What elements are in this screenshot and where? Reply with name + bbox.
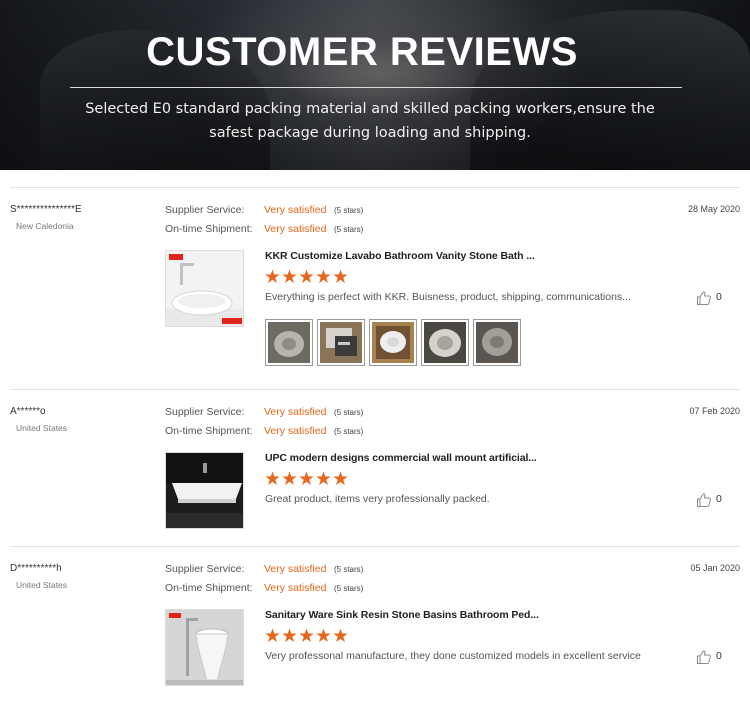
supplier-service-label: Supplier Service: [165, 563, 245, 575]
supplier-service-label: Supplier Service: [165, 204, 245, 216]
supplier-service-value: Very satisfied [264, 406, 327, 418]
like-button[interactable]: 0 [696, 290, 736, 306]
review-photo[interactable] [317, 319, 365, 366]
review-comment: Very professonal manufacture, they done … [265, 650, 641, 662]
supplier-service-stars: (5 stars) [334, 206, 364, 215]
photo-basin-in-box [268, 322, 310, 363]
star-icon [333, 628, 348, 643]
product-title-link[interactable]: UPC modern designs commercial wall mount… [265, 452, 537, 464]
star-icon [265, 471, 280, 486]
star-icon [316, 269, 331, 284]
star-icon [265, 628, 280, 643]
banner-subtitle: Selected E0 standard packing material an… [85, 101, 655, 141]
review-date: 07 Feb 2020 [689, 406, 740, 416]
thumbs-up-icon [697, 291, 711, 305]
review-photo[interactable] [369, 319, 417, 366]
star-icon [316, 471, 331, 486]
reviews-banner: CUSTOMER REVIEWS Selected E0 standard pa… [0, 0, 750, 170]
photo-basin-dark [476, 322, 518, 363]
photo-basin-crate [372, 322, 414, 363]
product-image-wall-trough [166, 453, 243, 528]
star-icon [299, 471, 314, 486]
review-photo[interactable] [265, 319, 313, 366]
ontime-shipment-value: Very satisfied [264, 223, 327, 235]
star-icon [299, 628, 314, 643]
star-icon [333, 269, 348, 284]
review-date: 28 May 2020 [687, 204, 740, 214]
supplier-service-stars: (5 stars) [334, 408, 364, 417]
banner-divider [70, 87, 682, 88]
product-thumbnail[interactable] [165, 250, 244, 327]
review-photo[interactable] [421, 319, 469, 366]
product-thumbnail[interactable] [165, 452, 244, 529]
star-icon [333, 471, 348, 486]
like-button[interactable]: 0 [696, 649, 736, 665]
reviewer-name: D**********h [10, 563, 62, 574]
reviewer-country: New Caledonia [16, 221, 74, 231]
supplier-service-label: Supplier Service: [165, 406, 245, 418]
ontime-shipment-stars: (5 stars) [334, 584, 364, 593]
like-count: 0 [716, 650, 722, 662]
product-thumbnail[interactable] [165, 609, 244, 686]
ontime-shipment-value: Very satisfied [264, 425, 327, 437]
ontime-shipment-label: On-time Shipment: [165, 425, 253, 437]
star-icon [282, 628, 297, 643]
reviewer-country: United States [16, 423, 68, 433]
ontime-shipment-stars: (5 stars) [334, 225, 364, 234]
star-icon [282, 471, 297, 486]
star-icon [265, 269, 280, 284]
supplier-service-stars: (5 stars) [334, 565, 364, 574]
review-date: 05 Jan 2020 [690, 563, 740, 573]
banner-title: CUSTOMER REVIEWS [146, 30, 578, 74]
like-count: 0 [716, 493, 722, 505]
product-rating-stars [265, 471, 350, 487]
star-icon [282, 269, 297, 284]
ontime-shipment-label: On-time Shipment: [165, 223, 253, 235]
product-image-oval-basin [166, 251, 243, 326]
thumbs-up-icon [697, 650, 711, 664]
reviewer-name: A******o [10, 406, 46, 417]
product-rating-stars [265, 628, 350, 644]
reviewer-name: S***************E [10, 204, 82, 215]
ontime-shipment-label: On-time Shipment: [165, 582, 253, 594]
review-comment: Great product, items very professionally… [265, 493, 490, 505]
review-comment: Everything is perfect with KKR. Buisness… [265, 291, 631, 303]
review-card: A******o United States Supplier Service:… [10, 389, 740, 546]
product-title-link[interactable]: KKR Customize Lavabo Bathroom Vanity Sto… [265, 250, 535, 262]
review-photo[interactable] [473, 319, 521, 366]
ontime-shipment-stars: (5 stars) [334, 427, 364, 436]
supplier-service-value: Very satisfied [264, 204, 327, 216]
like-count: 0 [716, 291, 722, 303]
review-card: S***************E New Caledonia Supplier… [10, 187, 740, 389]
review-card: D**********h United States Supplier Serv… [10, 546, 740, 706]
thumbs-up-icon [697, 493, 711, 507]
product-image-pedestal-basin [166, 610, 243, 685]
supplier-service-value: Very satisfied [264, 563, 327, 575]
reviewer-country: United States [16, 580, 68, 590]
star-icon [316, 628, 331, 643]
photo-faucet-package [320, 322, 362, 363]
product-title-link[interactable]: Sanitary Ware Sink Resin Stone Basins Ba… [265, 609, 539, 621]
photo-basin-top [424, 322, 466, 363]
star-icon [299, 269, 314, 284]
like-button[interactable]: 0 [696, 492, 736, 508]
product-rating-stars [265, 269, 350, 285]
ontime-shipment-value: Very satisfied [264, 582, 327, 594]
